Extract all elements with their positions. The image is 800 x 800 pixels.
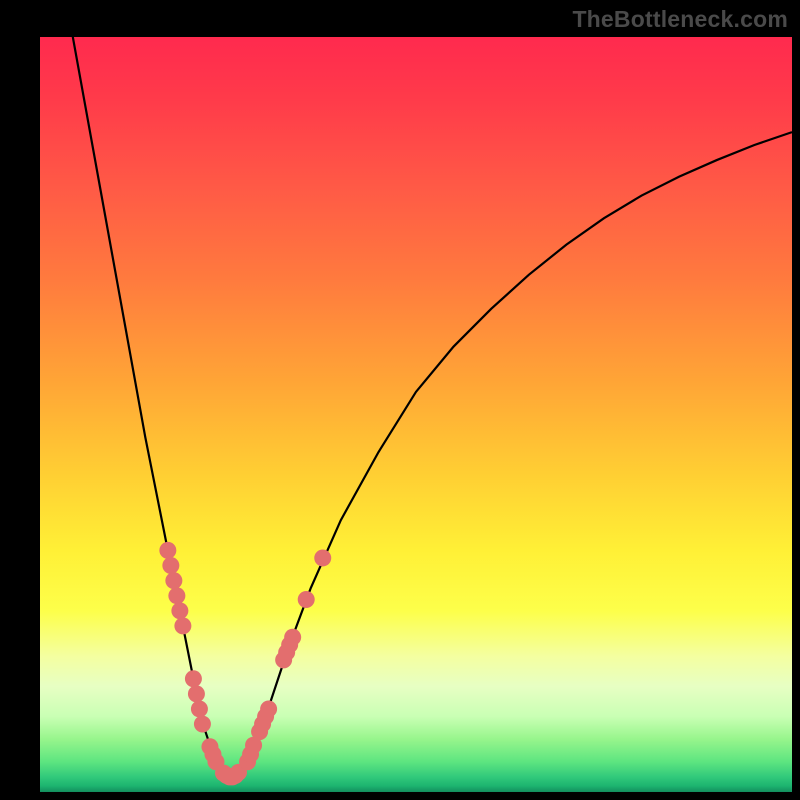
data-point [159, 542, 176, 559]
watermark-text: TheBottleneck.com [572, 6, 788, 33]
chart-stage: TheBottleneck.com [0, 0, 800, 800]
data-point [162, 557, 179, 574]
data-point [185, 670, 202, 687]
plot-area [40, 37, 792, 792]
data-point [188, 685, 205, 702]
data-point [171, 602, 188, 619]
data-points [159, 542, 331, 786]
data-point [165, 572, 182, 589]
data-point [168, 587, 185, 604]
data-point [260, 700, 277, 717]
data-point [174, 617, 191, 634]
data-point [194, 716, 211, 733]
bottleneck-curve [70, 37, 792, 777]
data-point [298, 591, 315, 608]
data-point [191, 700, 208, 717]
data-point [284, 629, 301, 646]
chart-svg [40, 37, 792, 792]
data-point [314, 549, 331, 566]
